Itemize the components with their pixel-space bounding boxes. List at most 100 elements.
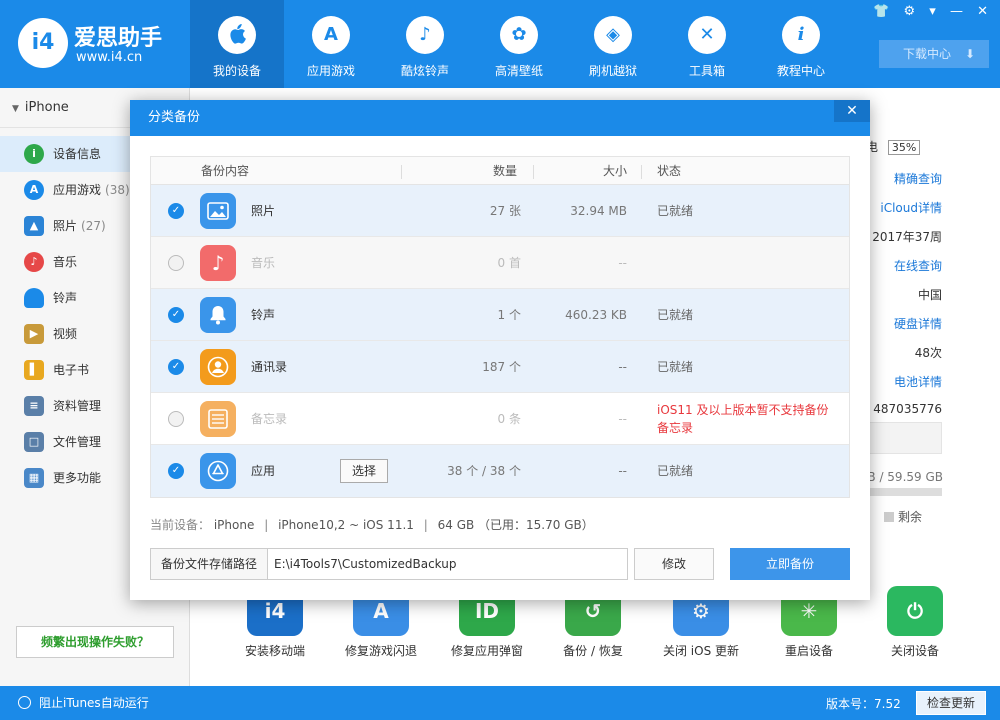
- charge-count: 48次: [914, 346, 942, 360]
- sales-region: 中国: [917, 288, 942, 302]
- nav-wallpapers[interactable]: ✿ 高清壁纸: [472, 0, 566, 88]
- row-name: 备忘录: [251, 412, 288, 426]
- check-update-button[interactable]: 检查更新: [916, 691, 986, 715]
- download-center-button[interactable]: 下载中心 ⬇: [879, 40, 989, 68]
- nav-my-device[interactable]: 我的设备: [190, 0, 284, 88]
- app-store-icon: A: [24, 180, 44, 200]
- serial-number: 487035776: [873, 402, 942, 416]
- skin-icon[interactable]: 👕: [873, 4, 889, 19]
- app-logo: i4 爱思助手 www.i4.cn: [18, 18, 188, 70]
- row-name: 应用: [251, 464, 276, 478]
- nav-ringtones[interactable]: ♪ 酷炫铃声: [378, 0, 472, 88]
- nav-label: 酷炫铃声: [400, 64, 449, 78]
- column-status: 状态: [657, 164, 682, 178]
- sidebar-item-label: 照片: [53, 219, 78, 233]
- row-quantity: 27 张: [489, 204, 521, 218]
- tool-label: 关闭 iOS 更新: [662, 644, 740, 658]
- checkbox-checked[interactable]: ✓: [168, 203, 184, 219]
- row-name: 照片: [251, 204, 276, 218]
- row-name: 铃声: [251, 308, 276, 322]
- sidebar-item-label: 音乐: [53, 255, 78, 269]
- apple-icon: [218, 16, 256, 54]
- block-itunes-label: 阻止iTunes自动运行: [39, 696, 149, 710]
- icloud-detail-link[interactable]: iCloud详情: [870, 199, 942, 216]
- info-icon: i: [24, 144, 44, 164]
- book-icon: ▌: [24, 360, 44, 380]
- table-row[interactable]: ✓ 应用 选择 38 个 / 38 个 -- 已就绪: [151, 445, 849, 497]
- current-device-info: 当前设备： iPhone | iPhone10,2 ~ iOS 11.1 | 6…: [150, 516, 594, 533]
- photo-icon: ▲: [24, 216, 44, 236]
- nav-label: 工具箱: [688, 64, 725, 78]
- row-quantity: 0 条: [497, 412, 521, 426]
- precise-query-link[interactable]: 精确查询: [870, 170, 942, 187]
- table-header: 备份内容 数量 大小 状态: [151, 157, 849, 185]
- table-row[interactable]: 备忘录 0 条 -- iOS11 及以上版本暂不支持备份备忘录: [151, 393, 849, 445]
- table-row[interactable]: ✓ 照片 27 张 32.94 MB 已就绪: [151, 185, 849, 237]
- row-quantity: 0 首: [497, 256, 521, 270]
- film-icon: ▶: [24, 324, 44, 344]
- gear-icon[interactable]: ⚙: [903, 4, 915, 19]
- table-row[interactable]: ♪ 音乐 0 首 --: [151, 237, 849, 289]
- separator: |: [264, 518, 269, 532]
- battery-detail-link[interactable]: 电池详情: [870, 373, 942, 390]
- tool-label: 安装移动端: [244, 644, 305, 658]
- nav-flash-jailbreak[interactable]: ◈ 刷机越狱: [566, 0, 660, 88]
- backup-path-field[interactable]: E:\i4Tools7\CustomizedBackup: [267, 548, 628, 580]
- legend-swatch: [884, 512, 894, 522]
- table-row[interactable]: ✓ 铃声 1 个 460.23 KB 已就绪: [151, 289, 849, 341]
- frequent-failure-link[interactable]: 频繁出现操作失败？: [16, 626, 174, 658]
- column-divider: [641, 165, 642, 179]
- info-icon: i: [782, 16, 820, 54]
- checkbox-checked[interactable]: ✓: [168, 463, 184, 479]
- sidebar-item-count: (38): [105, 183, 130, 197]
- download-center-label: 下载中心: [903, 47, 952, 61]
- storage-bar: [860, 488, 942, 496]
- radio-circle-icon: [18, 696, 31, 709]
- disk-detail-link[interactable]: 硬盘详情: [870, 315, 942, 332]
- minimize-icon[interactable]: —: [950, 4, 963, 19]
- music-icon: ♪: [24, 252, 44, 272]
- close-icon[interactable]: ✕: [977, 4, 988, 19]
- info-table-footer: [860, 422, 942, 454]
- menu-icon[interactable]: ▾: [929, 4, 936, 19]
- tool-shutdown-device[interactable]: ⏻ 关闭设备: [862, 586, 968, 659]
- nav-apps-games[interactable]: A 应用游戏: [284, 0, 378, 88]
- document-icon: ≡: [24, 396, 44, 416]
- window-controls: 👕 ⚙ ▾ — ✕: [863, 4, 988, 19]
- column-divider: [401, 165, 402, 179]
- bell-icon: [200, 297, 236, 333]
- modify-path-button[interactable]: 修改: [634, 548, 714, 580]
- online-query-link[interactable]: 在线查询: [870, 257, 942, 274]
- checkbox-unchecked[interactable]: [168, 411, 184, 427]
- nav-tutorials[interactable]: i 教程中心: [754, 0, 848, 88]
- app-name: 爱思助手: [74, 26, 163, 51]
- checkbox-checked[interactable]: ✓: [168, 307, 184, 323]
- column-size: 大小: [603, 164, 628, 178]
- tool-label: 关闭设备: [890, 644, 939, 658]
- table-row[interactable]: ✓ 通讯录 187 个 -- 已就绪: [151, 341, 849, 393]
- column-content: 备份内容: [201, 164, 250, 178]
- nav-toolbox[interactable]: ✕ 工具箱: [660, 0, 754, 88]
- version-label: 版本号：7.52: [826, 697, 901, 711]
- row-quantity: 1 个: [497, 308, 521, 322]
- sidebar-item-label: 设备信息: [53, 147, 102, 161]
- nav-label: 刷机越狱: [588, 64, 637, 78]
- block-itunes-toggle[interactable]: 阻止iTunes自动运行: [18, 694, 149, 711]
- select-apps-button[interactable]: 选择: [340, 459, 388, 483]
- row-size: --: [618, 256, 627, 270]
- dialog-title: 分类备份: [148, 110, 201, 125]
- column-divider: [533, 165, 534, 179]
- logo-mark: i4: [18, 18, 68, 68]
- close-icon[interactable]: ✕: [834, 100, 870, 122]
- checkbox-checked[interactable]: ✓: [168, 359, 184, 375]
- music-icon: ♪: [200, 245, 236, 281]
- nav-label: 高清壁纸: [494, 64, 543, 78]
- device-name: iPhone: [24, 100, 69, 115]
- notes-icon: [200, 401, 236, 437]
- tool-label: 备份 / 恢复: [563, 644, 623, 658]
- row-name: 音乐: [251, 256, 276, 270]
- tool-label: 修复游戏闪退: [344, 644, 417, 658]
- separator: |: [423, 518, 428, 532]
- checkbox-unchecked[interactable]: [168, 255, 184, 271]
- backup-now-button[interactable]: 立即备份: [730, 548, 850, 580]
